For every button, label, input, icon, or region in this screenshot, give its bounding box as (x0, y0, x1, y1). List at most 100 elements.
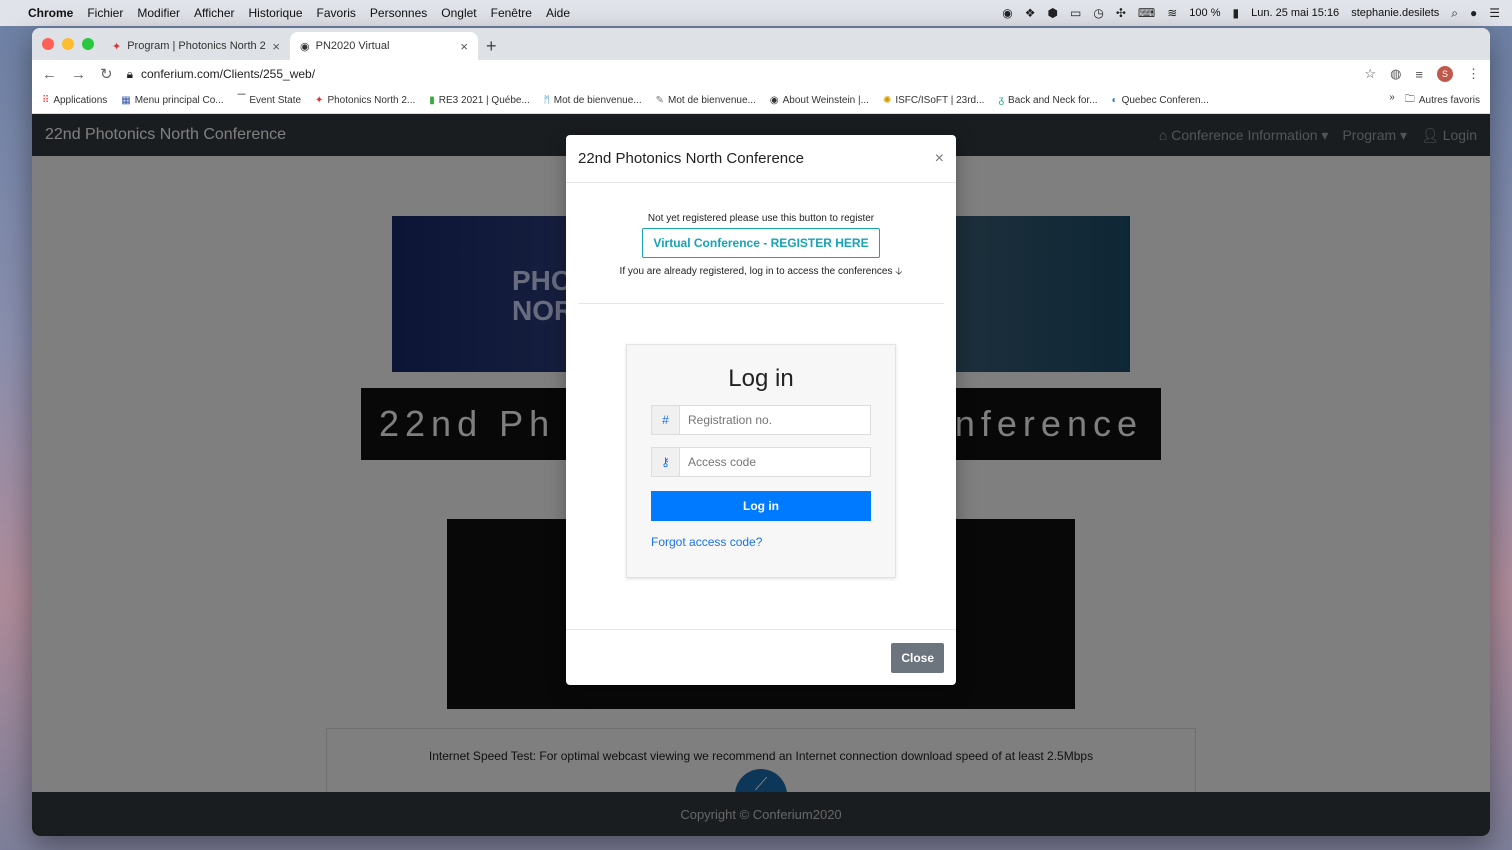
tab-strip: ✦ Program | Photonics North 202 × ◉ PN20… (32, 28, 1490, 60)
browser-toolbar: ← → ↻ 🔒︎ conferium.com/Clients/255_web/ … (32, 60, 1490, 88)
bookmark-icon: ◐ (1111, 95, 1118, 106)
bookmark-star-icon[interactable]: ☆ (1364, 66, 1376, 82)
menu-app-name[interactable]: Chrome (28, 6, 73, 20)
bookmark-icon: ✺ (882, 95, 892, 106)
bookmark-icon: ✎ (655, 95, 665, 106)
new-tab-button[interactable]: + (486, 32, 497, 60)
modal-footer: Close (566, 629, 956, 685)
star-logo-icon: ✦ (315, 95, 324, 106)
menu-onglet[interactable]: Onglet (441, 6, 476, 20)
close-window-button[interactable] (42, 38, 54, 50)
close-icon[interactable]: × (935, 150, 944, 168)
menu-aide[interactable]: Aide (546, 6, 570, 20)
menu-personnes[interactable]: Personnes (370, 6, 427, 20)
url-text: conferium.com/Clients/255_web/ (140, 67, 316, 81)
bookmark-icon: ᵹ (998, 95, 1005, 106)
dropbox-icon[interactable]: ❖ (1025, 6, 1036, 20)
bookmarks-bar: ⠿ Applications ▦ Menu principal Co... ▔ Eve… (32, 88, 1490, 114)
more-bookmarks-button[interactable]: » (1389, 92, 1395, 109)
folder-icon: 🗀︎ (1404, 94, 1415, 105)
bookmark-applications[interactable]: ⠿ Applications (42, 95, 107, 106)
browser-window: ✦ Program | Photonics North 202 × ◉ PN20… (32, 28, 1490, 836)
login-button[interactable]: Log in (651, 491, 871, 521)
bookmark-quebec-conferen[interactable]: ◐ Quebec Conferen... (1112, 95, 1209, 106)
bookmark-re3-2021[interactable]: ▮ RE3 2021 | Québe... (429, 95, 530, 106)
minimize-window-button[interactable] (62, 38, 74, 50)
bookmark-isfc-isoft[interactable]: ✺ ISFC/ISoFT | 23rd... (883, 95, 985, 106)
menu-modifier[interactable]: Modifier (137, 6, 180, 20)
bookmark-icon: ᛗ (543, 95, 550, 106)
key-icon: ⚷ (652, 448, 680, 476)
tab-pn2020-virtual[interactable]: ◉ PN2020 Virtual × (290, 32, 478, 60)
screen-record-icon[interactable]: ◉ (1002, 6, 1012, 20)
battery-percent[interactable]: 100 % (1189, 7, 1220, 19)
macos-menu-bar: Chrome Fichier Modifier Afficher Histori… (0, 0, 1512, 26)
menu-favoris[interactable]: Favoris (317, 6, 356, 20)
profile-avatar[interactable]: S (1437, 66, 1453, 82)
forward-icon[interactable]: → (71, 66, 86, 83)
globe-icon: ◉ (300, 40, 310, 53)
forgot-access-code-link[interactable]: Forgot access code? (651, 535, 871, 549)
shield-icon[interactable]: ⬢ (1048, 6, 1058, 20)
notification-center-icon[interactable]: ☰ (1489, 6, 1500, 20)
bookmarks-right: » 🗀︎ Autres favoris (1389, 92, 1480, 109)
spotlight-search-icon[interactable]: ⌕ (1451, 6, 1458, 21)
bookmark-event-state[interactable]: ▔ Event State (238, 95, 301, 106)
modal-body: Not yet registered please use this butto… (566, 183, 956, 578)
login-modal: 22nd Photonics North Conference × Not ye… (566, 135, 956, 685)
register-button[interactable]: Virtual Conference - REGISTER HERE (642, 228, 880, 258)
clock[interactable]: Lun. 25 mai 15:16 (1251, 7, 1339, 19)
tab-title: Program | Photonics North 202 (127, 40, 267, 52)
hash-icon: # (652, 406, 680, 434)
toolbar-actions: ☆ ◍ ≡ S ⋮ (1364, 66, 1480, 82)
address-bar[interactable]: 🔒︎ conferium.com/Clients/255_web/ (127, 67, 1351, 82)
menu-afficher[interactable]: Afficher (194, 6, 234, 20)
reload-icon[interactable]: ↻ (100, 65, 113, 83)
registration-field: # (651, 405, 871, 435)
wifi-icon[interactable]: ≋ (1167, 6, 1177, 20)
keyboard-icon[interactable]: ⌨ (1138, 6, 1155, 20)
menu-fichier[interactable]: Fichier (87, 6, 123, 20)
user-name[interactable]: stephanie.desilets (1351, 7, 1439, 19)
window-controls (42, 38, 94, 50)
login-card: Log in # ⚷ Log in Forgot access code? (626, 344, 896, 578)
bookmark-back-and-neck[interactable]: ᵹ Back and Neck for... (998, 95, 1097, 106)
bookmark-menu-principal[interactable]: ▦ Menu principal Co... (121, 95, 223, 106)
star-logo-icon: ✦ (112, 40, 122, 53)
modal-header: 22nd Photonics North Conference × (566, 135, 956, 183)
back-icon[interactable]: ← (42, 66, 57, 83)
menu-fenetre[interactable]: Fenêtre (491, 6, 532, 20)
status-area: ◉ ❖ ⬢ ▭ ◷ ✣ ⌨ ≋ 100 % ▮ Lun. 25 mai 15:1… (1002, 6, 1500, 21)
bookmark-icon: ▦ (121, 95, 131, 106)
tab-program[interactable]: ✦ Program | Photonics North 202 × (102, 32, 290, 60)
reading-list-icon[interactable]: ≡ (1415, 67, 1423, 82)
zoom-window-button[interactable] (82, 38, 94, 50)
modal-title: 22nd Photonics North Conference (578, 150, 804, 167)
close-tab-icon[interactable]: × (460, 39, 468, 54)
bookmark-icon: ▮ (429, 95, 435, 106)
airplay-icon[interactable]: ▭ (1070, 6, 1081, 20)
registration-input[interactable] (680, 406, 870, 434)
bluetooth-icon[interactable]: ✣ (1116, 6, 1126, 20)
bookmark-photonics-north[interactable]: ✦ Photonics North 2... (315, 95, 415, 106)
battery-icon[interactable]: ▮ (1233, 6, 1240, 20)
more-menu-icon[interactable]: ⋮ (1467, 66, 1480, 82)
bookmark-icon: ▔ (237, 95, 246, 106)
time-machine-icon[interactable]: ◷ (1093, 6, 1103, 20)
apps-grid-icon: ⠿ (42, 95, 50, 106)
close-tab-icon[interactable]: × (272, 39, 280, 54)
extension-icon[interactable]: ◍ (1390, 66, 1401, 82)
lock-icon: 🔒︎ (126, 66, 133, 81)
registration-note: Not yet registered please use this butto… (647, 213, 875, 224)
bookmark-about-weinstein[interactable]: ◉ About Weinstein |... (770, 95, 869, 106)
tab-title: PN2020 Virtual (315, 40, 390, 52)
close-button[interactable]: Close (891, 642, 944, 673)
bookmark-mot-de-bienvenue-1[interactable]: ᛗ Mot de bienvenue... (544, 95, 642, 106)
siri-icon[interactable]: ● (1470, 6, 1477, 20)
bookmark-mot-de-bienvenue-2[interactable]: ✎ Mot de bienvenue... (656, 95, 756, 106)
access-code-input[interactable] (680, 448, 870, 476)
tabs: ✦ Program | Photonics North 202 × ◉ PN20… (102, 32, 497, 60)
login-heading: Log in (728, 365, 794, 392)
other-bookmarks-folder[interactable]: 🗀︎ Autres favoris (1405, 92, 1480, 109)
menu-historique[interactable]: Historique (249, 6, 303, 20)
